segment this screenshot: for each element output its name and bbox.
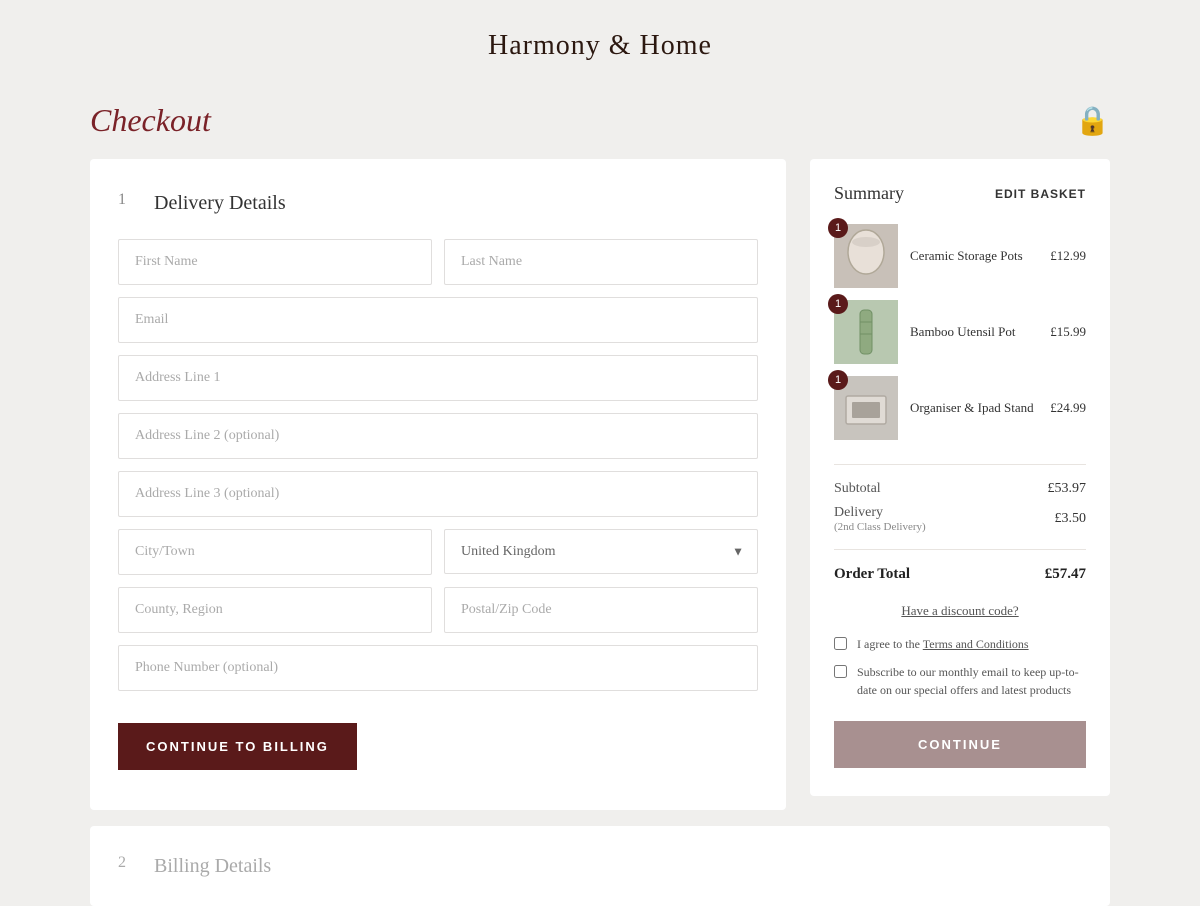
last-name-input[interactable] bbox=[444, 239, 758, 285]
delivery-section-label: Delivery Details bbox=[154, 192, 286, 215]
address2-row bbox=[118, 413, 758, 459]
summary-title: Summary bbox=[834, 183, 904, 204]
billing-section-number: 2 bbox=[118, 854, 142, 878]
product-price: £15.99 bbox=[1050, 324, 1086, 340]
product-quantity-badge: 1 bbox=[828, 218, 848, 238]
product-price: £12.99 bbox=[1050, 248, 1086, 264]
edit-basket-button[interactable]: EDIT BASKET bbox=[995, 187, 1086, 201]
terms-link[interactable]: Terms and Conditions bbox=[923, 637, 1029, 651]
product-quantity-badge: 1 bbox=[828, 294, 848, 314]
country-field: United Kingdom United States Australia C… bbox=[444, 529, 758, 575]
address1-row bbox=[118, 355, 758, 401]
subtotal-label: Subtotal bbox=[834, 481, 881, 497]
main-layout: 1 Delivery Details bbox=[90, 159, 1110, 810]
subtotal-value: £53.97 bbox=[1048, 481, 1087, 497]
first-name-field bbox=[118, 239, 432, 285]
product-image-wrapper: 1 bbox=[834, 300, 898, 364]
delivery-section-header: 1 Delivery Details bbox=[118, 191, 758, 215]
delivery-row: Delivery (2nd Class Delivery) £3.50 bbox=[834, 505, 1086, 533]
phone-row bbox=[118, 645, 758, 691]
first-name-input[interactable] bbox=[118, 239, 432, 285]
continue-button[interactable]: CONTINUE bbox=[834, 721, 1086, 768]
terms-checkbox[interactable] bbox=[834, 637, 847, 650]
order-total-label: Order Total bbox=[834, 566, 910, 583]
billing-title-row: 2 Billing Details bbox=[118, 854, 1082, 878]
product-quantity-badge: 1 bbox=[828, 370, 848, 390]
subtotal-row: Subtotal £53.97 bbox=[834, 481, 1086, 497]
lock-icon: 🔒 bbox=[1075, 104, 1110, 138]
country-select-wrapper: United Kingdom United States Australia C… bbox=[444, 529, 758, 574]
order-summary: Summary EDIT BASKET 1 bbox=[810, 159, 1110, 796]
continue-to-billing-button[interactable]: CONTINUE TO BILLING bbox=[118, 723, 357, 770]
terms-label: I agree to the Terms and Conditions bbox=[857, 635, 1029, 653]
product-image-wrapper: 1 bbox=[834, 376, 898, 440]
delivery-label-wrapper: Delivery (2nd Class Delivery) bbox=[834, 505, 926, 533]
site-header: Harmony & Home bbox=[90, 0, 1110, 82]
delivery-value: £3.50 bbox=[1055, 511, 1087, 527]
address1-input[interactable] bbox=[118, 355, 758, 401]
discount-code-link[interactable]: Have a discount code? bbox=[834, 603, 1086, 619]
postal-input[interactable] bbox=[444, 587, 758, 633]
country-select[interactable]: United Kingdom United States Australia C… bbox=[444, 529, 758, 574]
city-field bbox=[118, 529, 432, 575]
county-postal-row bbox=[118, 587, 758, 633]
city-input[interactable] bbox=[118, 529, 432, 575]
billing-section: 2 Billing Details bbox=[90, 826, 1110, 906]
product-item: 1 Organiser & Ipad Stand £24.99 bbox=[834, 376, 1086, 440]
divider bbox=[834, 549, 1086, 550]
product-price: £24.99 bbox=[1050, 400, 1086, 416]
city-country-row: United Kingdom United States Australia C… bbox=[118, 529, 758, 575]
product-item: 1 Bamboo Utensil Pot £15.99 bbox=[834, 300, 1086, 364]
email-input[interactable] bbox=[118, 297, 758, 343]
summary-header: Summary EDIT BASKET bbox=[834, 183, 1086, 204]
address2-input[interactable] bbox=[118, 413, 758, 459]
phone-input[interactable] bbox=[118, 645, 758, 691]
postal-field bbox=[444, 587, 758, 633]
delivery-form-section: 1 Delivery Details bbox=[90, 159, 786, 810]
product-image-wrapper: 1 bbox=[834, 224, 898, 288]
product-list: 1 Ceramic Storage Pots £12.99 bbox=[834, 224, 1086, 440]
delivery-label: Delivery bbox=[834, 505, 926, 521]
total-row: Order Total £57.47 bbox=[834, 566, 1086, 583]
order-total-value: £57.47 bbox=[1045, 566, 1086, 583]
address3-input[interactable] bbox=[118, 471, 758, 517]
subscribe-checkbox-row: Subscribe to our monthly email to keep u… bbox=[834, 663, 1086, 699]
county-input[interactable] bbox=[118, 587, 432, 633]
product-name: Ceramic Storage Pots bbox=[910, 248, 1038, 264]
subscribe-label: Subscribe to our monthly email to keep u… bbox=[857, 663, 1086, 699]
name-row bbox=[118, 239, 758, 285]
divider bbox=[834, 464, 1086, 465]
site-title: Harmony & Home bbox=[90, 30, 1110, 62]
product-item: 1 Ceramic Storage Pots £12.99 bbox=[834, 224, 1086, 288]
subscribe-checkbox[interactable] bbox=[834, 665, 847, 678]
product-name: Bamboo Utensil Pot bbox=[910, 324, 1038, 340]
product-name: Organiser & Ipad Stand bbox=[910, 400, 1038, 416]
delivery-sublabel: (2nd Class Delivery) bbox=[834, 521, 926, 533]
terms-checkbox-row: I agree to the Terms and Conditions bbox=[834, 635, 1086, 653]
last-name-field bbox=[444, 239, 758, 285]
address3-row bbox=[118, 471, 758, 517]
delivery-section-number: 1 bbox=[118, 191, 142, 215]
county-field bbox=[118, 587, 432, 633]
email-row bbox=[118, 297, 758, 343]
billing-section-label: Billing Details bbox=[154, 855, 271, 878]
page-title: Checkout bbox=[90, 102, 211, 139]
